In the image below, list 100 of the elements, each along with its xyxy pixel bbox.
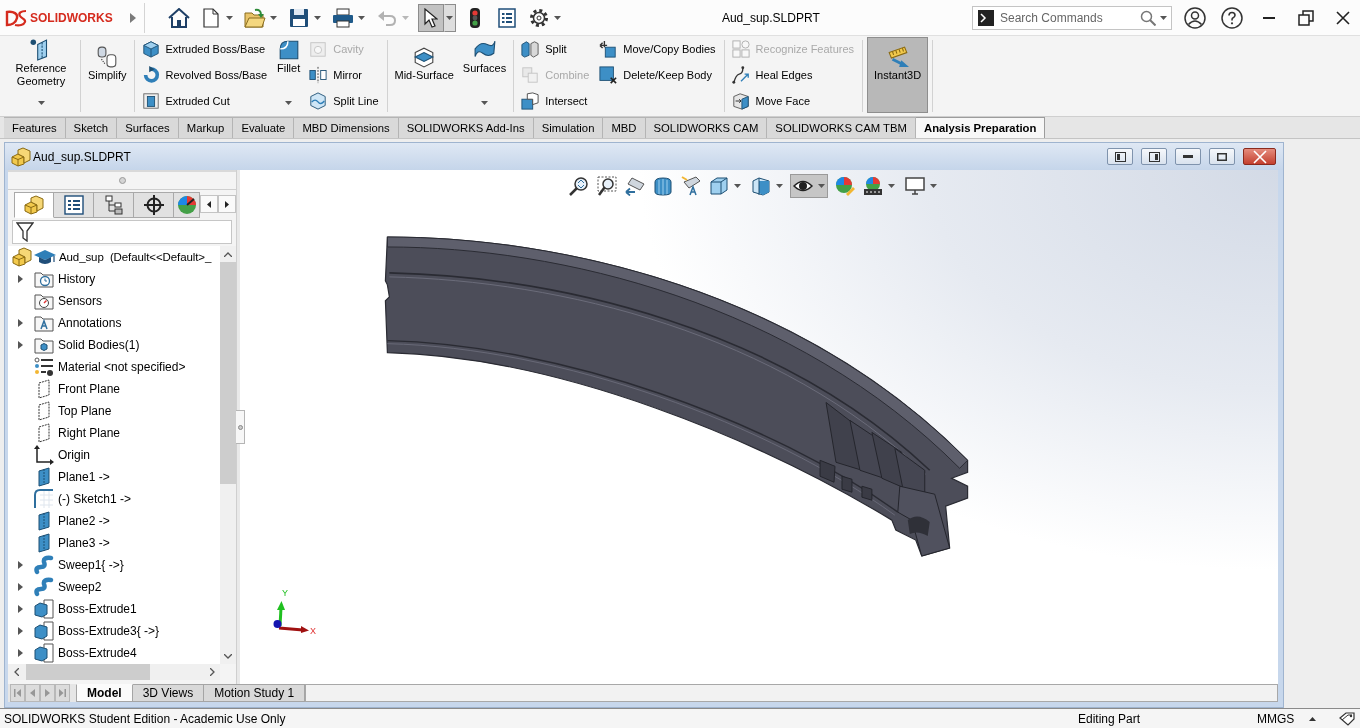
tab-scroll-button[interactable]: [200, 195, 218, 213]
ribbon-button[interactable]: Split: [518, 36, 594, 62]
ribbon-button[interactable]: Reference Geometry: [6, 38, 76, 89]
close-button[interactable]: [1243, 148, 1276, 165]
toolbar-button[interactable]: [417, 3, 444, 32]
command-tab[interactable]: Analysis Preparation: [915, 117, 1046, 138]
ribbon-button[interactable]: Move Face: [728, 88, 859, 114]
tree-item[interactable]: History: [58, 272, 96, 286]
app-logo: SOLIDWORKS: [30, 10, 113, 25]
tree-item[interactable]: Annotations: [58, 316, 122, 330]
command-tab[interactable]: Evaluate: [233, 117, 295, 138]
expand-arrow-icon[interactable]: [17, 319, 23, 327]
horizontal-scrollbar[interactable]: [8, 664, 220, 680]
ribbon-button[interactable]: Split Line: [306, 88, 383, 114]
ruler-arrow-icon: [886, 46, 909, 68]
panel-tab[interactable]: [134, 192, 174, 218]
help-button[interactable]: [1221, 4, 1243, 31]
ribbon-button[interactable]: Mirror: [306, 62, 383, 88]
expand-arrow-icon[interactable]: [17, 341, 23, 349]
view-tab[interactable]: Motion Study 1: [204, 684, 306, 702]
ribbon-button[interactable]: Delete/Keep Body: [596, 62, 720, 88]
scrollbar-thumb[interactable]: [26, 664, 150, 680]
minimize-button[interactable]: [1175, 148, 1201, 165]
tree-item[interactable]: Plane2 ->: [58, 514, 110, 528]
command-tab[interactable]: SOLIDWORKS CAM: [645, 117, 768, 138]
tree-item[interactable]: Plane1 ->: [58, 470, 110, 484]
tree-item[interactable]: Top Plane: [58, 404, 112, 418]
ribbon-button[interactable]: Surfaces: [459, 38, 510, 76]
tree-item[interactable]: Origin: [58, 448, 90, 462]
tile-button[interactable]: [1141, 148, 1167, 165]
view-tab[interactable]: 3D Views: [132, 684, 205, 702]
expand-arrow-icon[interactable]: [17, 583, 23, 591]
cube-icon: [709, 176, 729, 196]
tree-item[interactable]: (-) Sketch1 ->: [58, 492, 132, 506]
ribbon-button[interactable]: Revolved Boss/Base: [138, 62, 271, 88]
zoom-area-icon: [597, 176, 617, 196]
caret-down-icon[interactable]: [285, 101, 293, 105]
ribbon-button[interactable]: Fillet: [274, 38, 304, 76]
tree-item[interactable]: Material <not specified>: [58, 360, 186, 374]
splitter-handle[interactable]: [236, 410, 245, 444]
tree-item[interactable]: Boss-Extrude1: [58, 602, 137, 616]
command-tab[interactable]: SOLIDWORKS Add-Ins: [398, 117, 534, 138]
vertical-scrollbar[interactable]: [220, 246, 236, 664]
command-tab[interactable]: Sketch: [65, 117, 118, 138]
tree-item[interactable]: Sensors: [58, 294, 103, 308]
ribbon-button[interactable]: Intersect: [518, 88, 594, 114]
command-tab[interactable]: Features: [4, 117, 66, 138]
view-tab[interactable]: Model: [76, 684, 133, 702]
caret-down-icon: [402, 15, 410, 20]
expand-arrow-icon[interactable]: [17, 275, 23, 283]
tree-item[interactable]: Sweep2: [58, 580, 102, 594]
command-tab[interactable]: MBD: [603, 117, 646, 138]
tree-item[interactable]: Plane3 ->: [58, 536, 110, 550]
ribbon-button[interactable]: Instant3D: [867, 37, 929, 113]
restore-icon: [1298, 9, 1314, 26]
tree-item[interactable]: Boss-Extrude3{ ->}: [58, 624, 160, 638]
tile-button[interactable]: [1107, 148, 1133, 165]
tab-scroll-button[interactable]: [218, 195, 236, 213]
chevron-right-icon: [225, 200, 229, 208]
expand-arrow-icon[interactable]: [17, 649, 23, 657]
part-blocks-icon: [12, 247, 32, 267]
tree-item[interactable]: Front Plane: [58, 382, 121, 396]
tree-item[interactable]: Solid Bodies(1): [58, 338, 140, 352]
search-field[interactable]: Search Commands: [972, 5, 1172, 30]
color-ball-icon: [176, 195, 197, 215]
filter-field[interactable]: [12, 220, 232, 244]
expand-arrow-icon[interactable]: [17, 627, 23, 635]
panel-tab[interactable]: [54, 192, 94, 218]
command-tab[interactable]: Markup: [178, 117, 234, 138]
expand-arrow-icon[interactable]: [17, 561, 23, 569]
ribbon-button[interactable]: Heal Edges: [728, 62, 859, 88]
caret-down-icon: [733, 184, 741, 188]
view-toolbar-button[interactable]: [861, 175, 885, 197]
ribbon-button[interactable]: Mid-Surface: [391, 45, 457, 83]
command-tab[interactable]: SOLIDWORKS CAM TBM: [767, 117, 916, 138]
caret-down-icon: [929, 184, 937, 188]
command-tab[interactable]: Surfaces: [117, 117, 179, 138]
expand-arrow-icon[interactable]: [17, 605, 23, 613]
maximize-button[interactable]: [1209, 148, 1235, 165]
caret-down-icon[interactable]: [481, 101, 488, 105]
command-tab[interactable]: Simulation: [533, 117, 604, 138]
tree-item[interactable]: Sweep1{ ->}: [58, 558, 124, 572]
tree-item[interactable]: Right Plane: [58, 426, 121, 440]
scrollbar-thumb[interactable]: [220, 262, 236, 484]
view-toolbar-button[interactable]: [567, 175, 591, 197]
panel-letter-icon: [681, 176, 701, 196]
home-icon: [167, 7, 190, 28]
ribbon-button[interactable]: Move/Copy Bodies: [596, 36, 720, 62]
view-toolbar-button[interactable]: [651, 175, 675, 197]
ribbon-button[interactable]: Extruded Cut: [138, 88, 271, 114]
view-toolbar-button[interactable]: [595, 175, 619, 197]
tree-root-item[interactable]: Aud_sup (Default<<Default>_: [59, 251, 212, 263]
ribbon-button[interactable]: Extruded Boss/Base: [138, 36, 271, 62]
ribbon-button[interactable]: Simplify: [85, 45, 130, 83]
tree-item[interactable]: Boss-Extrude4: [58, 646, 137, 660]
panel-tab[interactable]: [174, 192, 200, 218]
command-tab[interactable]: MBD Dimensions: [294, 117, 399, 138]
account-button[interactable]: [1184, 4, 1206, 31]
caret-down-icon[interactable]: [37, 101, 45, 105]
units-label[interactable]: MMGS: [1257, 711, 1295, 726]
